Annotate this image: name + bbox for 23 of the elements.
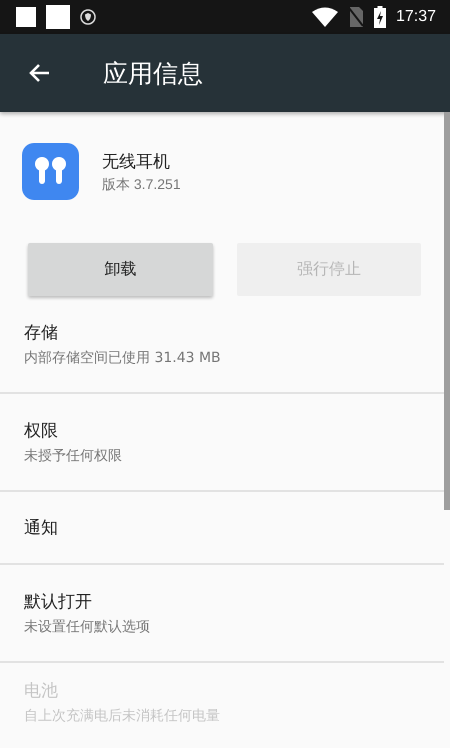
settings-item[interactable]: 默认打开 未设置任何默认选项 (0, 565, 444, 661)
notification-icon (16, 7, 36, 27)
uninstall-button[interactable]: 卸载 (28, 243, 212, 296)
setting-title: 存储 (24, 322, 59, 344)
earbuds-app-icon (22, 143, 79, 200)
shield-icon (80, 9, 96, 25)
notification-icon (46, 5, 70, 29)
setting-summary: 未设置任何默认选项 (24, 618, 151, 636)
battery-icon (374, 6, 386, 28)
settings-item[interactable]: 存储 内部存储空间已使用 31.43 MB (0, 296, 444, 392)
setting-title: 权限 (24, 420, 59, 442)
setting-summary: 内部存储空间已使用 31.43 MB (24, 349, 222, 367)
no-sim-icon (348, 7, 364, 27)
setting-title: 默认打开 (24, 591, 93, 613)
settings-item[interactable]: 权限 未授予任何权限 (0, 394, 444, 490)
clock: 17:37 (396, 8, 436, 26)
wifi-icon (312, 7, 338, 27)
setting-title: 通知 (24, 517, 59, 539)
app-name: 无线耳机 (102, 150, 171, 172)
app-bar-title: 应用信息 (103, 58, 203, 90)
app-version: 版本 3.7.251 (102, 176, 181, 194)
setting-summary: 未授予任何权限 (24, 447, 123, 465)
settings-item[interactable]: 通知 (0, 492, 444, 563)
